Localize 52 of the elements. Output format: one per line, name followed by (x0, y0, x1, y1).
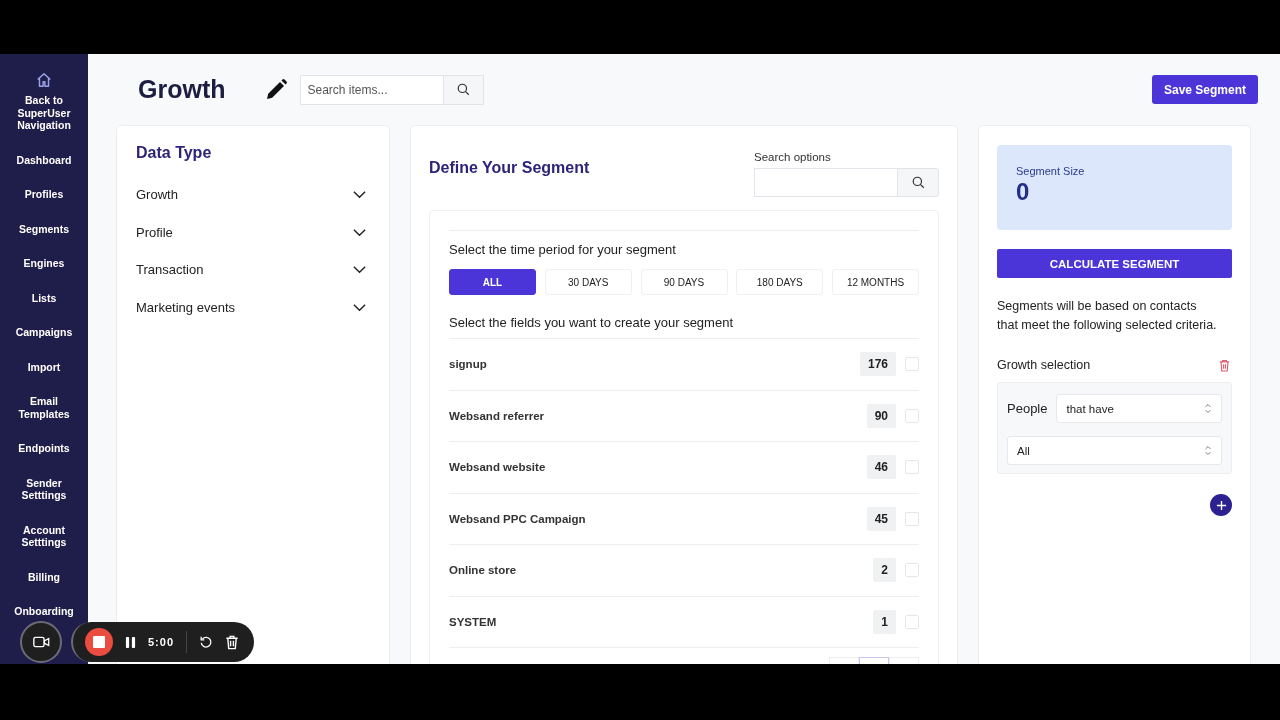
nav-link[interactable]: Dashboard (16, 153, 72, 166)
prompt-text: Select the fields you want to create your segment (449, 315, 734, 330)
period-tab[interactable]: ALL (449, 269, 536, 295)
selection-title: Growth selection (997, 358, 1091, 372)
nav-link[interactable]: Engines (23, 257, 65, 270)
field-name: Online store (449, 564, 518, 577)
accordion-item[interactable]: Growth (136, 176, 369, 214)
count-badge: 45 (866, 506, 896, 531)
subject-label: People (1007, 401, 1048, 416)
save-button[interactable]: Save Segment (1151, 75, 1258, 104)
condition-select[interactable]: that have (1056, 394, 1222, 423)
period-tab[interactable]: 30 DAYS (544, 269, 632, 295)
field-name: Websand referrer (449, 409, 546, 422)
page-title: Growth (138, 75, 226, 104)
nav-link[interactable]: Billing (27, 570, 61, 583)
field-name: Websand PPC Campaign (449, 512, 587, 525)
back-link[interactable]: Back to SuperUser Navigation (9, 71, 79, 132)
note-text: Segments will be based on contacts that meet the following selected criteria. (997, 298, 1217, 334)
period-tab[interactable]: 12 MONTHS (832, 269, 919, 295)
nav-link[interactable]: Segments (18, 222, 70, 235)
nav-link[interactable]: Import (27, 360, 61, 373)
nav-link[interactable]: Endpoints (18, 442, 70, 455)
accordion-item[interactable]: Profile (136, 213, 369, 251)
count-badge: 1 (873, 609, 896, 634)
search-field[interactable]: Search items... (299, 74, 443, 105)
nav-link[interactable]: Onboarding (14, 605, 74, 618)
count-badge: 2 (873, 558, 896, 583)
calculate-button[interactable]: CALCULATE SEGMENT (997, 249, 1232, 278)
nav-link[interactable]: Profiles (24, 188, 64, 201)
card-title: Define Your Segment (429, 159, 590, 177)
card-title: Data Type (136, 144, 213, 162)
count-badge: 176 (859, 352, 896, 377)
nav-link[interactable]: Email Templates (9, 395, 79, 420)
accordion-item[interactable]: Marketing events (136, 288, 369, 326)
nav-link[interactable]: Lists (31, 291, 57, 304)
prompt-text: Select the time period for your segment (449, 242, 677, 257)
recording-timer: 5:00 (148, 636, 175, 648)
field-name: Websand website (449, 461, 547, 474)
field-name: signup (449, 358, 488, 371)
nav-link[interactable]: Account Setttings (9, 523, 79, 549)
period-tab[interactable]: 90 DAYS (640, 269, 728, 295)
count-badge: 46 (866, 455, 896, 480)
nav-link[interactable]: Sender Setttings (9, 476, 79, 502)
size-label: Segment Size (1016, 165, 1086, 177)
nav-link[interactable]: Campaigns (15, 326, 73, 339)
scope-select[interactable]: All (1007, 436, 1222, 465)
field-name: SYSTEM (449, 615, 498, 628)
count-badge: 90 (866, 403, 896, 428)
accordion-item[interactable]: Transaction (136, 251, 369, 289)
period-tab[interactable]: 180 DAYS (736, 269, 824, 295)
field-label: Search options (754, 151, 832, 163)
size-value: 0 (1016, 178, 1031, 206)
